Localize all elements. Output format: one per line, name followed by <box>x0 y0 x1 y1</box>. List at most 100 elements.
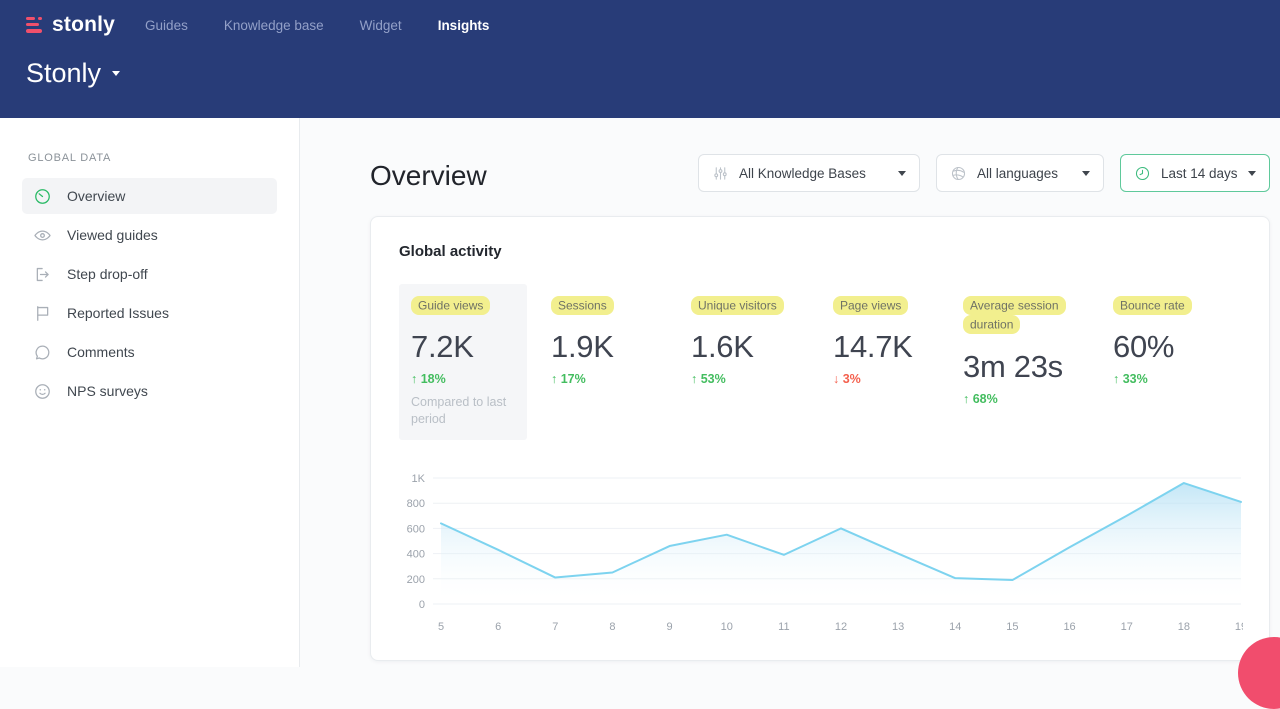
metric-value: 1.6K <box>691 329 833 365</box>
metric-value: 1.9K <box>551 329 691 365</box>
sidebar-item-label: Viewed guides <box>67 227 158 243</box>
eye-icon <box>33 226 52 245</box>
languages-value: All languages <box>977 166 1058 181</box>
filters: All Knowledge Bases All languages <box>698 154 1270 192</box>
stonly-logo-icon <box>26 17 44 34</box>
svg-text:13: 13 <box>892 621 904 633</box>
sidebar-section-label: GLOBAL DATA <box>28 152 299 164</box>
primary-nav: Guides Knowledge base Widget Insights <box>145 18 489 33</box>
knowledge-bases-value: All Knowledge Bases <box>739 166 866 181</box>
workspace-switcher[interactable]: Stonly <box>26 58 120 89</box>
sidebar-item-comments[interactable]: Comments <box>22 334 277 370</box>
page-title: Overview <box>370 160 487 192</box>
main-content: Overview All Knowledge Bases <box>300 118 1280 667</box>
svg-text:18: 18 <box>1178 621 1190 633</box>
svg-text:400: 400 <box>407 548 425 560</box>
svg-text:19: 19 <box>1235 621 1243 633</box>
up-arrow-icon: ↑ <box>1113 372 1119 386</box>
chevron-down-icon <box>1082 171 1090 176</box>
sidebar-item-label: Step drop-off <box>67 266 148 282</box>
nav-item-widget[interactable]: Widget <box>360 18 402 33</box>
comment-icon <box>33 343 52 362</box>
chevron-down-icon <box>898 171 906 176</box>
metric-unique-visitors[interactable]: Unique visitors 1.6K ↑ 53% <box>691 296 833 386</box>
metric-delta: ↑ 68% <box>963 392 1113 406</box>
sidebar-item-viewed-guides[interactable]: Viewed guides <box>22 217 277 253</box>
svg-text:9: 9 <box>667 621 673 633</box>
date-range-value: Last 14 days <box>1161 166 1238 181</box>
metric-note: Compared to last period <box>411 394 515 428</box>
chevron-down-icon <box>1248 171 1256 176</box>
svg-text:200: 200 <box>407 573 425 585</box>
metric-avg-session-duration[interactable]: Average session duration 3m 23s ↑ 68% <box>963 296 1113 406</box>
metric-value: 14.7K <box>833 329 963 365</box>
app-header: stonly Guides Knowledge base Widget Insi… <box>0 0 1280 118</box>
up-arrow-icon: ↑ <box>411 372 417 386</box>
chevron-down-icon <box>112 71 120 76</box>
card-title: Global activity <box>399 243 1241 260</box>
clock-icon <box>1134 165 1151 182</box>
metric-label: Unique visitors <box>691 296 784 315</box>
svg-text:6: 6 <box>495 621 501 633</box>
metric-label: Bounce rate <box>1113 296 1192 315</box>
metric-label: Page views <box>833 296 908 315</box>
sidebar-item-reported-issues[interactable]: Reported Issues <box>22 295 277 331</box>
svg-text:600: 600 <box>407 523 425 535</box>
svg-text:17: 17 <box>1121 621 1133 633</box>
metric-value: 3m 23s <box>963 349 1113 385</box>
metric-bounce-rate[interactable]: Bounce rate 60% ↑ 33% <box>1113 296 1233 386</box>
up-arrow-icon: ↑ <box>551 372 557 386</box>
sidebar-item-step-drop-off[interactable]: Step drop-off <box>22 256 277 292</box>
sidebar: GLOBAL DATA Overview Viewed guides Step … <box>0 118 300 667</box>
metric-guide-views[interactable]: Guide views 7.2K ↑ 18% Compared to last … <box>399 284 527 440</box>
stonly-logo[interactable]: stonly <box>26 13 115 37</box>
sidebar-item-label: Comments <box>67 344 135 360</box>
metric-value: 60% <box>1113 329 1233 365</box>
smiley-icon <box>33 382 52 401</box>
svg-text:11: 11 <box>778 621 789 633</box>
svg-text:16: 16 <box>1063 621 1075 633</box>
metric-delta: ↓ 3% <box>833 372 963 386</box>
svg-text:15: 15 <box>1006 621 1018 633</box>
nav-item-knowledge-base[interactable]: Knowledge base <box>224 18 324 33</box>
flag-icon <box>33 304 52 323</box>
metric-sessions[interactable]: Sessions 1.9K ↑ 17% <box>551 296 691 386</box>
sliders-icon <box>712 165 729 182</box>
sidebar-item-label: NPS surveys <box>67 383 148 399</box>
nav-item-insights[interactable]: Insights <box>438 18 490 33</box>
sidebar-item-overview[interactable]: Overview <box>22 178 277 214</box>
metric-value: 7.2K <box>411 329 515 365</box>
activity-chart: 02004006008001K5678910111213141516171819 <box>399 470 1243 638</box>
workspace-name: Stonly <box>26 58 101 89</box>
step-exit-icon <box>33 265 52 284</box>
svg-text:1K: 1K <box>412 473 426 485</box>
logo-text: stonly <box>52 13 115 37</box>
nav-item-guides[interactable]: Guides <box>145 18 188 33</box>
svg-text:5: 5 <box>438 621 444 633</box>
metric-delta: ↑ 18% <box>411 372 515 386</box>
sidebar-item-label: Reported Issues <box>67 305 169 321</box>
metric-delta: ↑ 17% <box>551 372 691 386</box>
metrics-row: Guide views 7.2K ↑ 18% Compared to last … <box>399 284 1241 440</box>
metric-label: Guide views <box>411 296 490 315</box>
gauge-icon <box>33 187 52 206</box>
date-range-dropdown[interactable]: Last 14 days <box>1120 154 1270 192</box>
top-nav: stonly Guides Knowledge base Widget Insi… <box>26 13 1254 37</box>
languages-dropdown[interactable]: All languages <box>936 154 1104 192</box>
up-arrow-icon: ↑ <box>963 392 969 406</box>
knowledge-bases-dropdown[interactable]: All Knowledge Bases <box>698 154 920 192</box>
svg-text:7: 7 <box>552 621 558 633</box>
svg-text:14: 14 <box>949 621 961 633</box>
sidebar-item-nps-surveys[interactable]: NPS surveys <box>22 373 277 409</box>
activity-chart-container: 02004006008001K5678910111213141516171819 <box>399 470 1241 638</box>
svg-text:8: 8 <box>609 621 615 633</box>
up-arrow-icon: ↑ <box>691 372 697 386</box>
global-activity-card: Global activity Guide views 7.2K ↑ 18% C… <box>370 216 1270 661</box>
metric-label: Sessions <box>551 296 614 315</box>
svg-text:800: 800 <box>407 498 425 510</box>
metric-delta: ↑ 53% <box>691 372 833 386</box>
metric-label: Average session duration <box>963 296 1066 335</box>
svg-text:0: 0 <box>419 599 425 611</box>
metric-page-views[interactable]: Page views 14.7K ↓ 3% <box>833 296 963 386</box>
globe-icon <box>950 165 967 182</box>
